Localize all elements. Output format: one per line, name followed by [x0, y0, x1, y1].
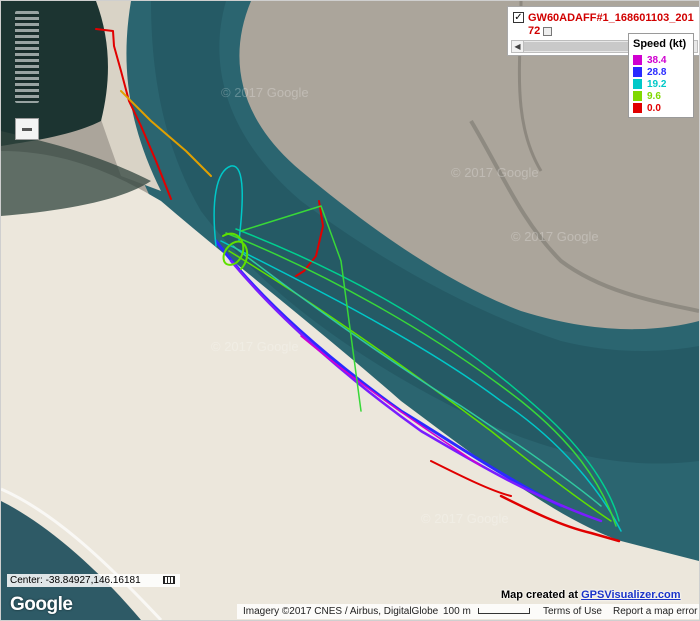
satellite-map[interactable]: © 2017 Google © 2017 Google © 2017 Googl… — [1, 1, 699, 620]
map-credit: Map created at GPSVisualizer.com — [501, 589, 681, 601]
svg-text:© 2017 Google: © 2017 Google — [211, 339, 299, 354]
legend-swatch — [633, 55, 642, 65]
ruler-icon[interactable] — [163, 576, 175, 584]
google-logo: Google — [10, 594, 73, 615]
legend-item: 9.6 — [633, 90, 661, 102]
legend-title: Speed (kt) — [633, 38, 687, 50]
legend-label: 28.8 — [647, 66, 667, 78]
scale-label: 100 m — [443, 606, 471, 617]
zoom-out-button[interactable] — [15, 118, 39, 140]
speed-legend: Speed (kt) 38.4 28.8 19.2 9.6 0.0 — [628, 33, 694, 118]
legend-label: 0.0 — [647, 102, 661, 114]
legend-item: 0.0 — [633, 102, 661, 114]
center-coordinates: Center: -38.84927,146.16181 — [7, 574, 180, 587]
center-coordinates-text: Center: -38.84927,146.16181 — [10, 575, 141, 586]
imagery-attribution: Imagery ©2017 CNES / Airbus, DigitalGlob… — [243, 606, 439, 617]
svg-text:© 2017 Google: © 2017 Google — [221, 85, 309, 100]
zoom-track[interactable] — [15, 11, 39, 103]
legend-item: 19.2 — [633, 78, 666, 90]
legend-label: 38.4 — [647, 54, 667, 66]
terms-of-use-link[interactable]: Terms of Use — [543, 604, 602, 619]
legend-label: 9.6 — [647, 90, 661, 102]
zoom-slider[interactable] — [15, 11, 39, 140]
legend-item: 28.8 — [633, 66, 666, 78]
map-viewport[interactable]: © 2017 Google © 2017 Google © 2017 Googl… — [0, 0, 700, 621]
gpsvisualizer-link[interactable]: GPSVisualizer.com — [581, 589, 680, 601]
scroll-left-arrow-icon[interactable]: ◀ — [512, 41, 524, 52]
legend-swatch — [633, 79, 642, 89]
map-credit-prefix: Map created at — [501, 589, 582, 601]
legend-swatch — [633, 67, 642, 77]
minus-icon — [22, 127, 32, 131]
legend-item: 38.4 — [633, 54, 666, 66]
svg-text:© 2017 Google: © 2017 Google — [451, 165, 539, 180]
legend-swatch — [633, 91, 642, 101]
svg-text:© 2017 Google: © 2017 Google — [511, 229, 599, 244]
track-visibility-checkbox[interactable]: ✓ — [513, 12, 524, 23]
scrollbar-thumb[interactable] — [524, 42, 634, 51]
legend-label: 19.2 — [647, 78, 667, 90]
attribution-bar: Imagery ©2017 CNES / Airbus, DigitalGlob… — [237, 604, 699, 619]
report-map-error-link[interactable]: Report a map error — [613, 604, 697, 619]
scale-bar — [478, 608, 530, 614]
external-window-icon[interactable] — [543, 26, 553, 36]
legend-swatch — [633, 103, 642, 113]
svg-text:© 2017 Google: © 2017 Google — [421, 511, 509, 526]
